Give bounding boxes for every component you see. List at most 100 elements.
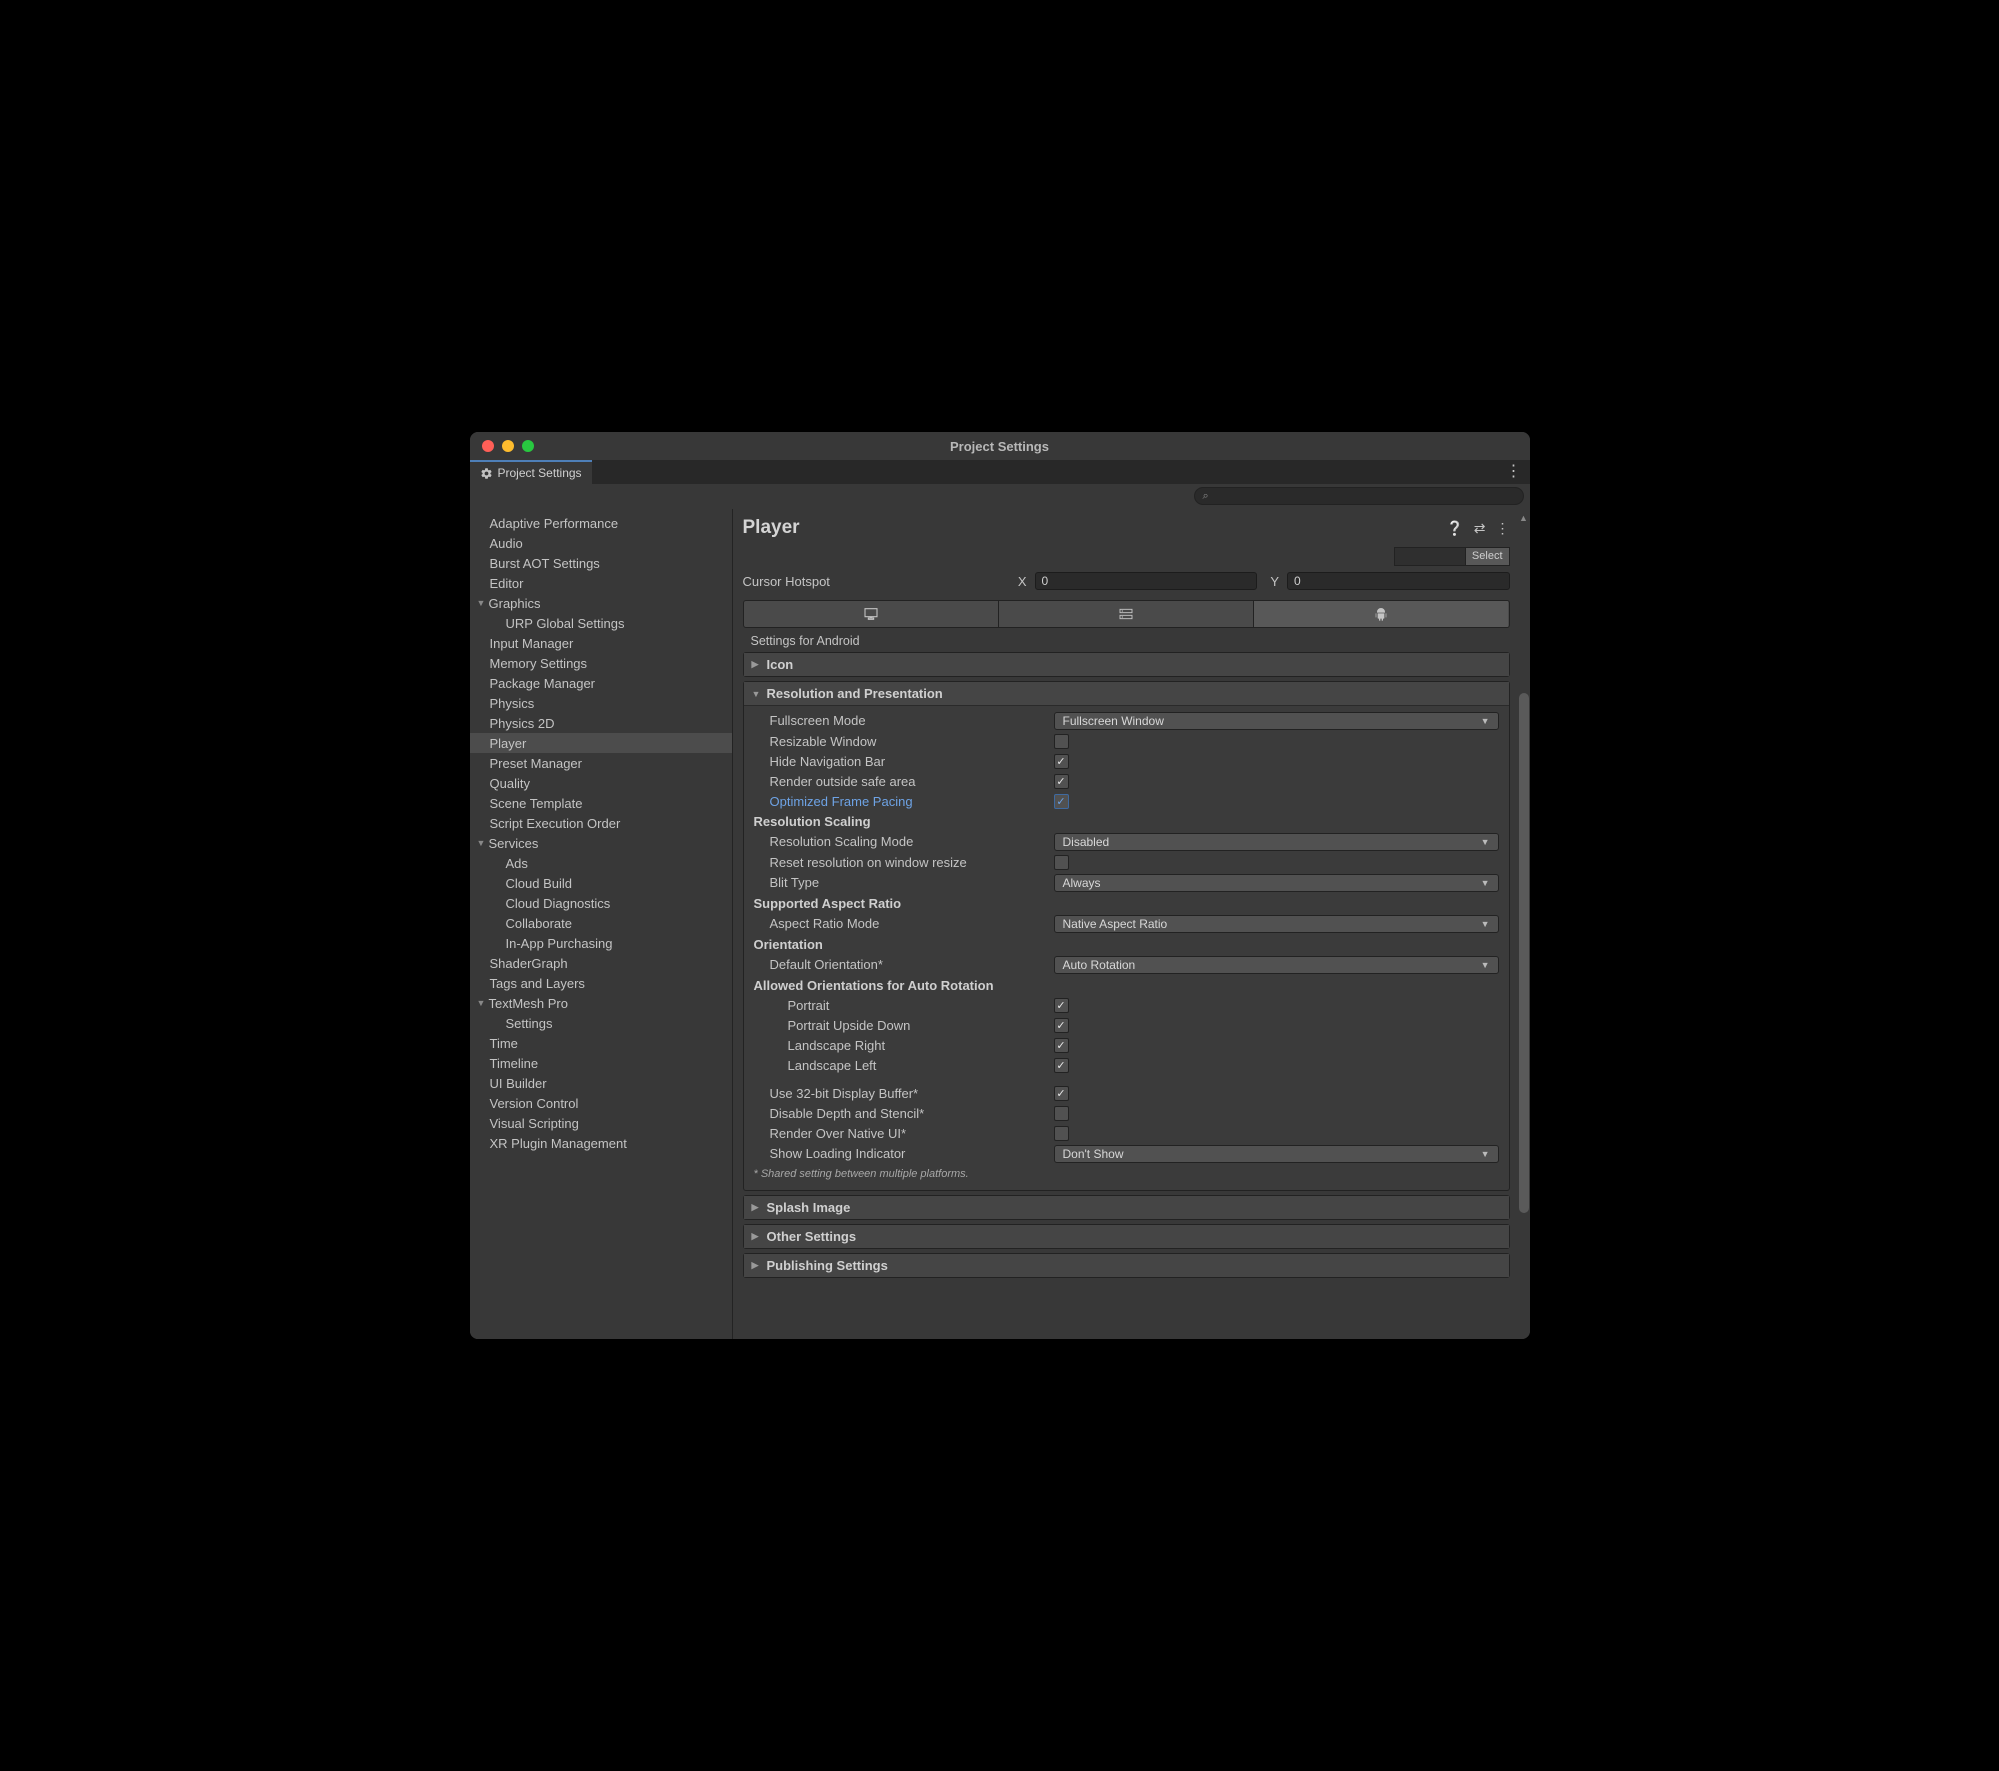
section-icon[interactable]: ▶ Icon: [744, 653, 1509, 676]
sidebar-item-label: Player: [490, 735, 527, 752]
cursor-y-input[interactable]: [1287, 572, 1510, 590]
render-outside-checkbox[interactable]: [1054, 774, 1069, 789]
presets-icon[interactable]: ⇄: [1474, 520, 1486, 537]
landscape-left-checkbox[interactable]: [1054, 1058, 1069, 1073]
sidebar-item-version-control[interactable]: Version Control: [470, 1093, 732, 1113]
sidebar-item-ads[interactable]: Ads: [470, 853, 732, 873]
close-window-button[interactable]: [482, 440, 494, 452]
x-label: X: [1013, 574, 1027, 589]
help-icon[interactable]: ❔: [1446, 520, 1463, 537]
sidebar-item-cloud-diagnostics[interactable]: Cloud Diagnostics: [470, 893, 732, 913]
sidebar-item-label: In-App Purchasing: [506, 935, 613, 952]
platform-tab-android[interactable]: [1254, 601, 1508, 627]
sidebar-item-package-manager[interactable]: Package Manager: [470, 673, 732, 693]
sidebar-item-label: UI Builder: [490, 1075, 547, 1092]
fullscreen-mode-dropdown[interactable]: Fullscreen Window▼: [1054, 712, 1499, 730]
sidebar-item-services[interactable]: ▼Services: [470, 833, 732, 853]
tab-label: Project Settings: [498, 466, 582, 480]
sidebar-item-adaptive-performance[interactable]: Adaptive Performance: [470, 513, 732, 533]
platform-tab-server[interactable]: [999, 601, 1254, 627]
sidebar-item-label: Settings: [506, 1015, 553, 1032]
sidebar-item-shadergraph[interactable]: ShaderGraph: [470, 953, 732, 973]
portrait-checkbox[interactable]: [1054, 998, 1069, 1013]
sidebar-item-input-manager[interactable]: Input Manager: [470, 633, 732, 653]
shared-setting-footnote: * Shared setting between multiple platfo…: [744, 1164, 1509, 1186]
landscape-right-checkbox[interactable]: [1054, 1038, 1069, 1053]
sidebar-item-quality[interactable]: Quality: [470, 773, 732, 793]
settings-sidebar: Adaptive PerformanceAudioBurst AOT Setti…: [470, 509, 733, 1339]
sidebar-item-in-app-purchasing[interactable]: In-App Purchasing: [470, 933, 732, 953]
resolution-scaling-mode-dropdown[interactable]: Disabled▼: [1054, 833, 1499, 851]
sidebar-item-audio[interactable]: Audio: [470, 533, 732, 553]
sidebar-item-cloud-build[interactable]: Cloud Build: [470, 873, 732, 893]
reset-resolution-label: Reset resolution on window resize: [754, 855, 1054, 870]
sidebar-item-preset-manager[interactable]: Preset Manager: [470, 753, 732, 773]
chevron-down-icon: ▼: [477, 995, 489, 1012]
section-other-settings[interactable]: ▶Other Settings: [744, 1225, 1509, 1248]
texture-swatch[interactable]: [1394, 547, 1466, 566]
chevron-down-icon: ▼: [477, 835, 489, 852]
minimize-window-button[interactable]: [502, 440, 514, 452]
sidebar-item-xr-plugin-management[interactable]: XR Plugin Management: [470, 1133, 732, 1153]
cursor-x-input[interactable]: [1035, 572, 1258, 590]
resolution-scaling-mode-label: Resolution Scaling Mode: [754, 834, 1054, 849]
maximize-window-button[interactable]: [522, 440, 534, 452]
sidebar-item-label: Collaborate: [506, 915, 573, 932]
loading-indicator-dropdown[interactable]: Don't Show▼: [1054, 1145, 1499, 1163]
select-button[interactable]: Select: [1466, 547, 1510, 566]
sidebar-item-visual-scripting[interactable]: Visual Scripting: [470, 1113, 732, 1133]
sidebar-item-ui-builder[interactable]: UI Builder: [470, 1073, 732, 1093]
blit-type-dropdown[interactable]: Always▼: [1054, 874, 1499, 892]
section-splash-image[interactable]: ▶Splash Image: [744, 1196, 1509, 1219]
sidebar-item-scene-template[interactable]: Scene Template: [470, 793, 732, 813]
sidebar-item-label: Physics: [490, 695, 535, 712]
aspect-ratio-mode-dropdown[interactable]: Native Aspect Ratio▼: [1054, 915, 1499, 933]
sidebar-item-label: Visual Scripting: [490, 1115, 579, 1132]
optimized-frame-pacing-checkbox[interactable]: [1054, 794, 1069, 809]
sidebar-item-label: Graphics: [489, 595, 541, 612]
project-settings-window: Project Settings Project Settings ⋮ ⌕ Ad…: [470, 432, 1530, 1339]
tab-project-settings[interactable]: Project Settings: [470, 460, 592, 484]
section-publishing-settings[interactable]: ▶Publishing Settings: [744, 1254, 1509, 1277]
sidebar-item-label: Package Manager: [490, 675, 596, 692]
portrait-ud-checkbox[interactable]: [1054, 1018, 1069, 1033]
sidebar-item-urp-global-settings[interactable]: URP Global Settings: [470, 613, 732, 633]
default-orientation-dropdown[interactable]: Auto Rotation▼: [1054, 956, 1499, 974]
disable-depth-checkbox[interactable]: [1054, 1106, 1069, 1121]
sidebar-item-label: Version Control: [490, 1095, 579, 1112]
tabbar-menu-button[interactable]: ⋮: [1498, 464, 1530, 480]
render-native-checkbox[interactable]: [1054, 1126, 1069, 1141]
sidebar-item-script-execution-order[interactable]: Script Execution Order: [470, 813, 732, 833]
sidebar-item-memory-settings[interactable]: Memory Settings: [470, 653, 732, 673]
sidebar-item-tags-and-layers[interactable]: Tags and Layers: [470, 973, 732, 993]
hide-nav-checkbox[interactable]: [1054, 754, 1069, 769]
scroll-thumb[interactable]: [1519, 693, 1529, 1213]
platform-tab-standalone[interactable]: [744, 601, 999, 627]
use-32bit-checkbox[interactable]: [1054, 1086, 1069, 1101]
section-resolution-presentation[interactable]: ▼ Resolution and Presentation: [744, 682, 1509, 706]
hide-nav-label: Hide Navigation Bar: [754, 754, 1054, 769]
settings-content: Player ❔ ⇄ ⋮ Select Cursor Hotspot X: [733, 509, 1530, 1339]
sidebar-item-textmesh-pro[interactable]: ▼TextMesh Pro: [470, 993, 732, 1013]
scroll-up-arrow-icon: ▲: [1518, 513, 1530, 523]
sidebar-item-physics-2d[interactable]: Physics 2D: [470, 713, 732, 733]
sidebar-item-collaborate[interactable]: Collaborate: [470, 913, 732, 933]
sidebar-item-graphics[interactable]: ▼Graphics: [470, 593, 732, 613]
y-label: Y: [1265, 574, 1279, 589]
reset-resolution-checkbox[interactable]: [1054, 855, 1069, 870]
resizable-window-checkbox[interactable]: [1054, 734, 1069, 749]
sidebar-item-physics[interactable]: Physics: [470, 693, 732, 713]
scrollbar[interactable]: ▲: [1518, 513, 1530, 1335]
sidebar-item-settings[interactable]: Settings: [470, 1013, 732, 1033]
sidebar-item-time[interactable]: Time: [470, 1033, 732, 1053]
sidebar-item-label: Cloud Build: [506, 875, 573, 892]
sidebar-item-timeline[interactable]: Timeline: [470, 1053, 732, 1073]
portrait-ud-label: Portrait Upside Down: [754, 1018, 1054, 1033]
search-input[interactable]: ⌕: [1194, 487, 1524, 505]
window-title: Project Settings: [470, 439, 1530, 454]
aspect-ratio-mode-label: Aspect Ratio Mode: [754, 916, 1054, 931]
sidebar-item-burst-aot-settings[interactable]: Burst AOT Settings: [470, 553, 732, 573]
sidebar-item-editor[interactable]: Editor: [470, 573, 732, 593]
context-menu-icon[interactable]: ⋮: [1496, 520, 1510, 537]
sidebar-item-player[interactable]: Player: [470, 733, 732, 753]
